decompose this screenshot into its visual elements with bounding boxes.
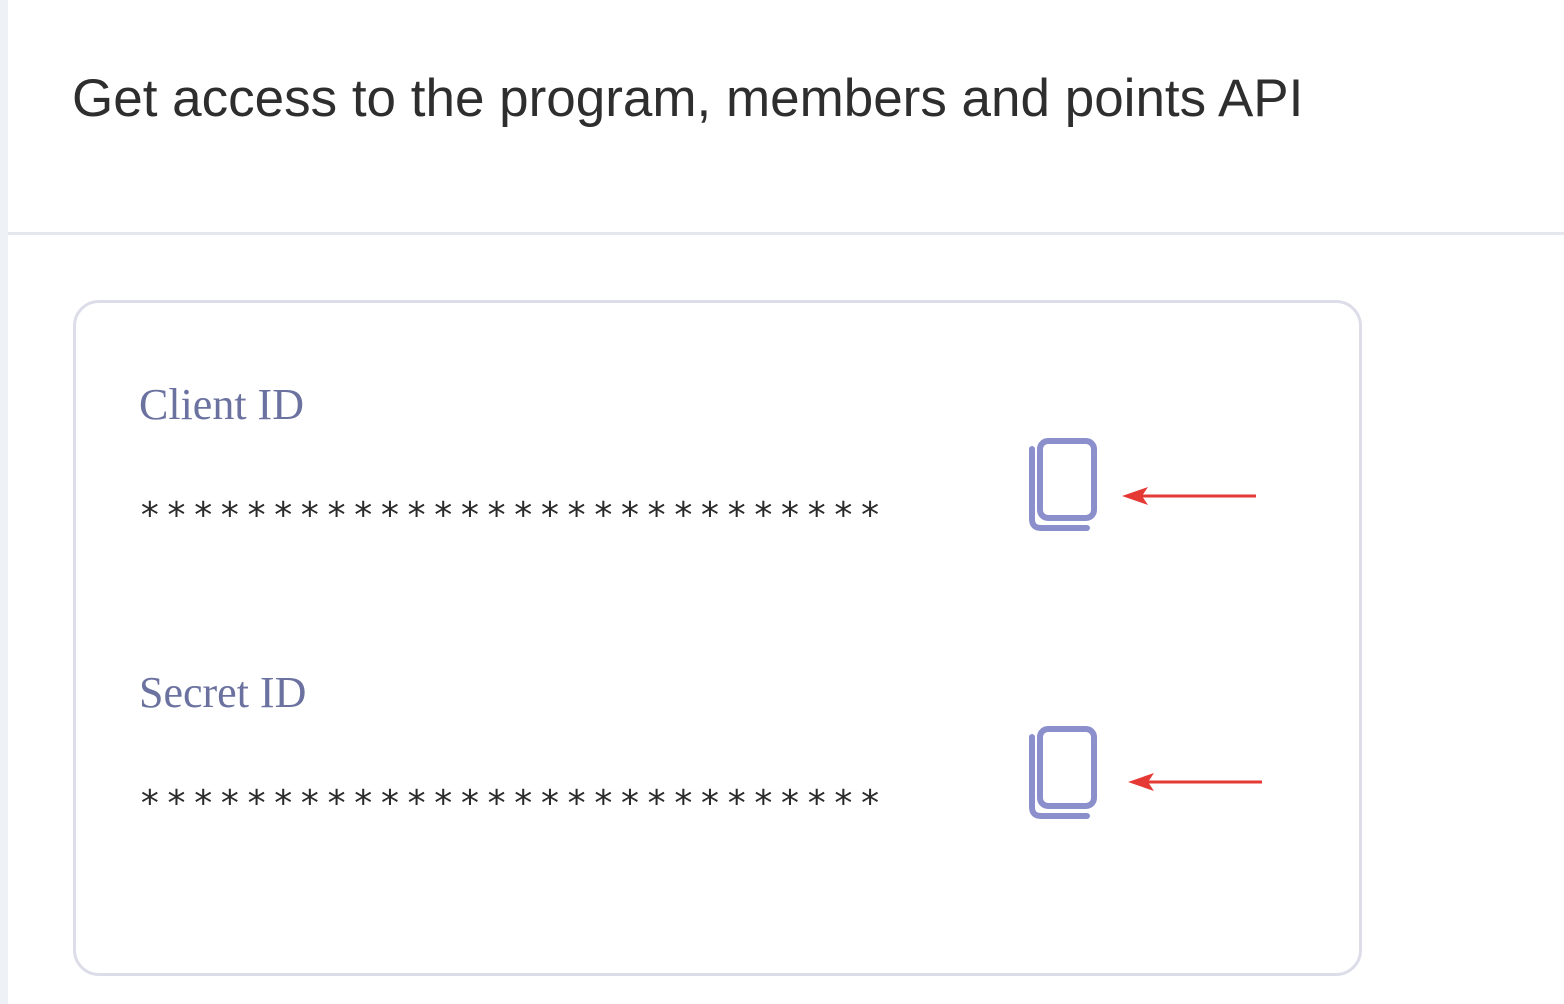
copy-secret-id-button[interactable] — [1022, 725, 1102, 821]
left-arrow-icon — [1122, 487, 1256, 505]
client-id-label: Client ID — [139, 380, 304, 429]
left-edge-strip — [0, 0, 8, 1004]
copy-icon — [1029, 726, 1097, 819]
copy-icon — [1029, 438, 1097, 531]
api-credentials-card: Client ID **************************** S… — [73, 300, 1362, 976]
secret-id-label: Secret ID — [139, 668, 307, 717]
copy-client-id-button[interactable] — [1022, 437, 1102, 533]
client-id-value: **************************** — [139, 495, 886, 536]
secret-id-value: **************************** — [139, 783, 886, 824]
page-title: Get access to the program, members and p… — [72, 69, 1304, 128]
header-divider — [8, 232, 1564, 235]
page-header: Get access to the program, members and p… — [8, 0, 1564, 232]
annotation-arrow — [1126, 770, 1266, 794]
annotation-arrow — [1120, 484, 1260, 508]
left-arrow-icon — [1128, 773, 1262, 791]
